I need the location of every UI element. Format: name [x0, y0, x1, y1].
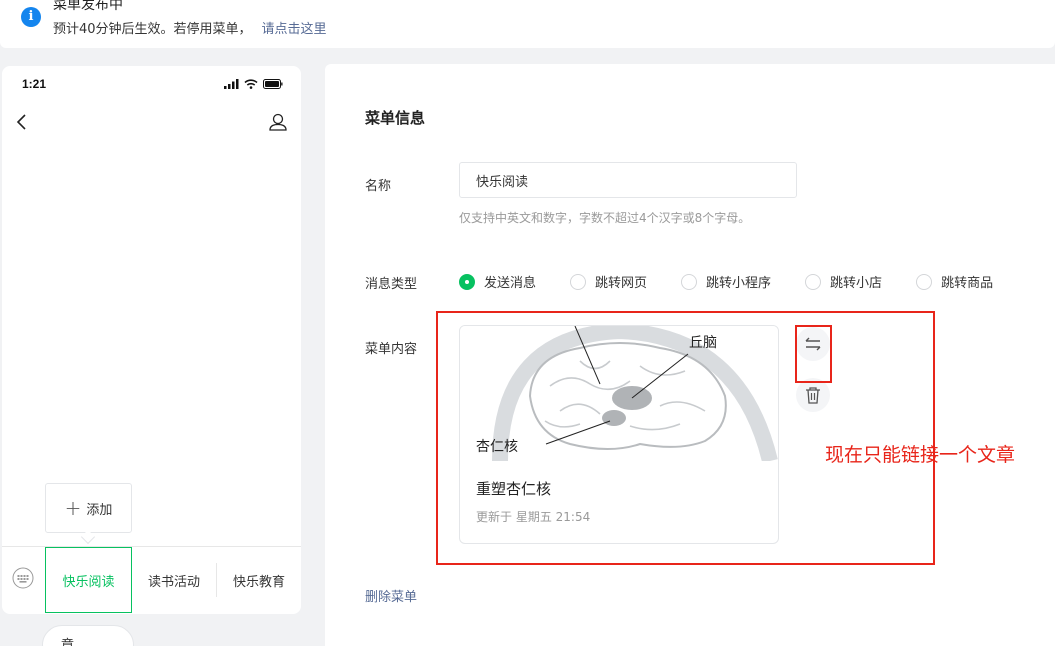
bottom-chip-label: 章	[61, 638, 75, 646]
wifi-icon	[244, 79, 258, 89]
radio-label: 跳转商品	[941, 276, 994, 291]
annotation-note: 现在只能链接一个文章	[825, 444, 1016, 466]
radio-jump-shop[interactable]: 跳转小店	[805, 272, 882, 291]
radio-dot	[681, 273, 698, 290]
menu-item-3[interactable]: 快乐教育	[216, 563, 301, 597]
add-submenu-button[interactable]: + 添加	[45, 483, 132, 533]
swap-icon	[805, 337, 821, 351]
radio-dot	[805, 273, 822, 290]
msg-type-label: 消息类型	[365, 277, 418, 292]
radio-send-message[interactable]: 发送消息	[459, 272, 536, 291]
name-label: 名称	[365, 179, 392, 194]
radio-dot	[570, 273, 587, 290]
image-label-thalamus: 丘脑	[689, 335, 717, 351]
radio-label: 跳转小程序	[706, 276, 772, 291]
brain-illustration: 丘脑 杏仁核	[460, 326, 778, 461]
plus-icon: +	[64, 496, 82, 520]
image-label-amygdala: 杏仁核	[476, 439, 518, 455]
notice-desc-text: 预计40分钟后生效。若停用菜单，	[53, 22, 252, 37]
delete-menu-link[interactable]: 删除菜单	[365, 586, 417, 605]
name-hint: 仅支持中英文和数字，字数不超过4个汉字或8个字母。	[459, 211, 751, 225]
add-label: 添加	[86, 502, 113, 518]
back-icon[interactable]	[12, 111, 32, 133]
article-date: 更新于 星期五 21:54	[476, 510, 591, 524]
disable-menu-link[interactable]: 请点击这里	[262, 22, 327, 37]
bottom-chip[interactable]: 章	[42, 625, 134, 646]
msg-type-group: 发送消息 跳转网页 跳转小程序 跳转小店 跳转商品	[459, 272, 993, 291]
radio-jump-webpage[interactable]: 跳转网页	[570, 272, 647, 291]
article-title: 重塑杏仁核	[476, 480, 552, 498]
info-icon: i	[21, 7, 41, 27]
menu-name-input[interactable]	[459, 162, 797, 198]
radio-dot	[459, 273, 475, 290]
menu-item-1[interactable]: 快乐阅读	[45, 547, 132, 613]
article-card[interactable]: 丘脑 杏仁核 重塑杏仁核 更新于 星期五 21:54	[459, 325, 779, 544]
publish-notice: i 菜单发布中 预计40分钟后生效。若停用菜单， 请点击这里	[0, 0, 1055, 48]
user-icon[interactable]	[267, 111, 289, 133]
menu-bar: 快乐阅读 读书活动 快乐教育	[2, 546, 301, 613]
menu-item-2[interactable]: 读书活动	[132, 547, 216, 613]
content-label: 菜单内容	[365, 342, 418, 357]
notice-desc: 预计40分钟后生效。若停用菜单， 请点击这里	[53, 18, 327, 37]
radio-label: 跳转网页	[595, 276, 648, 291]
panel-title: 菜单信息	[365, 109, 426, 127]
trash-icon	[806, 387, 820, 404]
swap-button[interactable]	[796, 327, 830, 361]
menu-info-panel: 菜单信息 名称 仅支持中英文和数字，字数不超过4个汉字或8个字母。 消息类型 发…	[325, 64, 1055, 646]
signal-icon	[224, 79, 239, 89]
radio-jump-miniprogram[interactable]: 跳转小程序	[681, 272, 771, 291]
radio-dot	[916, 273, 933, 290]
notice-title: 菜单发布中	[53, 0, 123, 13]
delete-article-button[interactable]	[796, 378, 830, 412]
radio-label: 发送消息	[484, 276, 537, 291]
radio-jump-product[interactable]: 跳转商品	[916, 272, 993, 291]
status-icons	[224, 79, 283, 89]
radio-label: 跳转小店	[830, 276, 883, 291]
keyboard-icon[interactable]	[12, 567, 34, 589]
status-time: 1:21	[22, 77, 47, 91]
battery-icon	[263, 79, 283, 89]
